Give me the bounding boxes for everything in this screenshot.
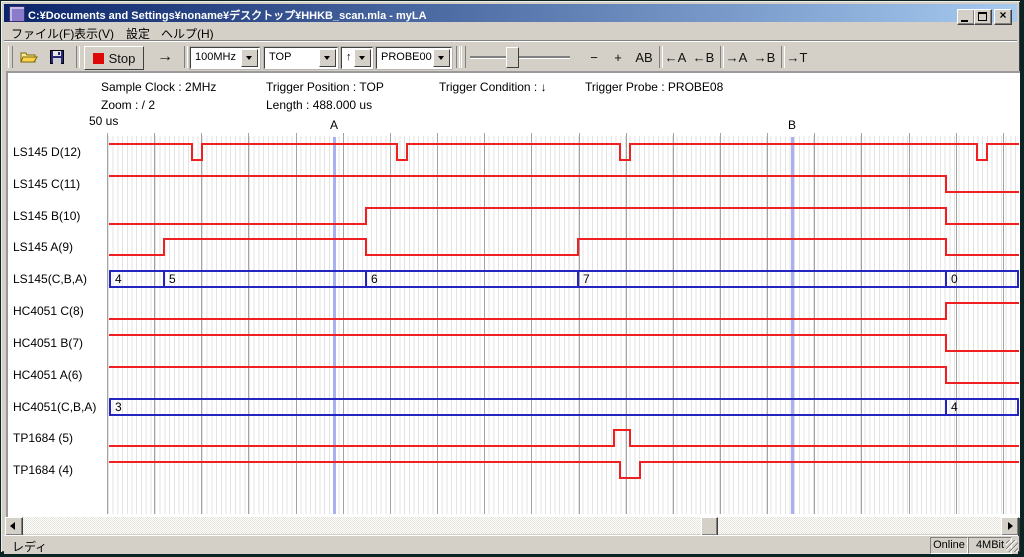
waveform-grid[interactable] bbox=[108, 136, 1017, 514]
zoom-in-button[interactable]: + bbox=[606, 46, 630, 68]
single-step-button[interactable]: → bbox=[150, 46, 180, 68]
sample-clock-select[interactable]: 100MHz bbox=[190, 47, 260, 69]
save-icon bbox=[50, 50, 64, 64]
horizontal-scrollbar[interactable] bbox=[5, 517, 1018, 534]
trigger-probe-select[interactable]: PROBE00 bbox=[376, 47, 452, 69]
open-file-button[interactable] bbox=[16, 46, 42, 68]
toolbar: Stop → 100MHz TOP ↑ PROBE00 bbox=[4, 40, 1017, 70]
prev-b-button[interactable]: ←B bbox=[690, 46, 717, 68]
trigger-position-select[interactable]: TOP bbox=[264, 47, 338, 69]
title-bar[interactable]: C:¥Documents and Settings¥noname¥デスクトップ¥… bbox=[4, 4, 1017, 22]
right-arrow-icon: → bbox=[157, 48, 173, 66]
scroll-left-button[interactable] bbox=[5, 517, 23, 536]
close-icon: × bbox=[999, 8, 1006, 22]
toolbar-separator bbox=[456, 46, 460, 68]
status-ready-text: レディ bbox=[12, 538, 47, 555]
chevron-down-icon[interactable] bbox=[433, 49, 450, 67]
goto-ab-button[interactable]: AB bbox=[631, 46, 657, 68]
menu-bar: ファイル(F) 表示(V) 設定 ヘルプ(H) bbox=[4, 23, 1017, 40]
trigger-probe-info: Trigger Probe : PROBE08 bbox=[585, 80, 723, 94]
next-a-button[interactable]: →A bbox=[723, 46, 750, 68]
toolbar-separator bbox=[184, 46, 188, 68]
zoom-out-button[interactable]: − bbox=[582, 46, 606, 68]
zoom-info: Zoom : / 2 bbox=[101, 98, 155, 112]
zoom-slider-track[interactable] bbox=[470, 56, 570, 58]
time-division-label: 50 us bbox=[89, 114, 118, 128]
minimize-icon bbox=[961, 20, 968, 22]
chevron-down-icon[interactable] bbox=[319, 49, 336, 67]
toolbar-grip[interactable] bbox=[461, 46, 466, 68]
trigger-position-value: TOP bbox=[269, 51, 291, 63]
stop-button-label: Stop bbox=[109, 51, 136, 66]
application-window: C:¥Documents and Settings¥noname¥デスクトップ¥… bbox=[1, 1, 1020, 552]
trigger-probe-value: PROBE00 bbox=[381, 51, 432, 63]
stop-icon bbox=[93, 53, 104, 64]
toolbar-grip[interactable] bbox=[8, 46, 13, 68]
sample-clock-info: Sample Clock : 2MHz bbox=[101, 80, 216, 94]
scrollbar-thumb[interactable] bbox=[701, 517, 718, 536]
online-status-badge: Online bbox=[930, 537, 968, 554]
folder-open-icon bbox=[20, 50, 38, 64]
chevron-down-icon[interactable] bbox=[354, 49, 371, 67]
next-b-button[interactable]: →B bbox=[751, 46, 778, 68]
scroll-right-icon bbox=[1008, 522, 1013, 530]
trigger-position-info: Trigger Position : TOP bbox=[266, 80, 384, 94]
scroll-right-button[interactable] bbox=[1001, 517, 1019, 536]
length-info: Length : 488.000 us bbox=[266, 98, 372, 112]
sample-clock-value: 100MHz bbox=[195, 51, 236, 63]
maximize-icon bbox=[978, 12, 987, 21]
scroll-left-icon bbox=[10, 522, 15, 530]
toolbar-separator bbox=[76, 46, 80, 68]
stop-button[interactable]: Stop bbox=[84, 46, 144, 70]
resize-grip-icon[interactable] bbox=[1006, 540, 1018, 552]
trigger-edge-select[interactable]: ↑ bbox=[341, 47, 373, 69]
desktop-background: C:¥Documents and Settings¥noname¥デスクトップ¥… bbox=[0, 0, 1024, 556]
window-title: C:¥Documents and Settings¥noname¥デスクトップ¥… bbox=[28, 7, 427, 23]
goto-trigger-button[interactable]: →T bbox=[784, 46, 810, 68]
trigger-edge-value: ↑ bbox=[346, 51, 352, 63]
app-icon bbox=[9, 6, 25, 22]
status-bar: レディ Online 4MBit bbox=[4, 535, 1018, 554]
zoom-slider-handle[interactable] bbox=[506, 47, 519, 68]
chevron-down-icon[interactable] bbox=[241, 49, 258, 67]
prev-a-button[interactable]: ←A bbox=[662, 46, 689, 68]
trigger-condition-info: Trigger Condition : ↓ bbox=[439, 80, 547, 94]
save-button[interactable] bbox=[44, 46, 70, 68]
